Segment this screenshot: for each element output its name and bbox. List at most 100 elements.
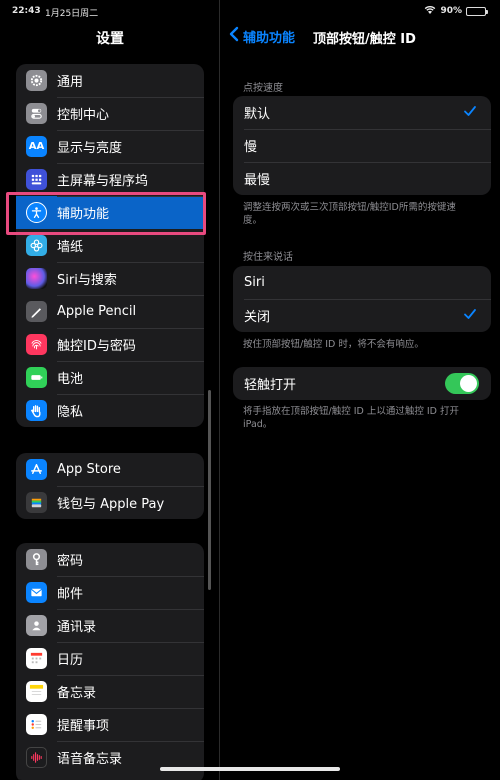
ipad-screen: 22:43 1月25日周二 90% 设置 通用 控制中心 AA 显示与亮度 主屏… — [0, 0, 500, 780]
option-label: 默认 — [244, 107, 271, 122]
home-indicator[interactable] — [160, 767, 340, 771]
sidebar-item-label: 密码 — [57, 554, 84, 569]
sidebar-item-display[interactable]: AA 显示与亮度 — [16, 130, 204, 163]
click-speed-option-slowest[interactable]: 最慢 — [233, 162, 491, 195]
rest-finger-footer: 将手指放在顶部按钮/触控 ID 上以通过触控 ID 打开 iPad。 — [243, 406, 460, 430]
status-date: 1月25日周二 — [45, 9, 99, 19]
sidebar-item-label: 语音备忘录 — [57, 752, 123, 767]
sidebar-item-label: 触控ID与密码 — [57, 339, 136, 354]
sidebar-item-general[interactable]: 通用 — [16, 64, 204, 97]
gear-icon — [26, 70, 47, 91]
sidebar-item-label: 电池 — [57, 372, 84, 387]
sidebar-item-home-screen[interactable]: 主屏幕与程序坞 — [16, 163, 204, 196]
option-label: 关闭 — [244, 310, 271, 325]
option-label: 最慢 — [244, 173, 271, 188]
sidebar-item-accessibility[interactable]: 辅助功能 — [16, 196, 204, 229]
press-to-speak-header: 按住来说话 — [243, 252, 293, 263]
sidebar-scrollbar[interactable] — [208, 390, 211, 590]
sidebar-item-notes[interactable]: 备忘录 — [16, 675, 204, 708]
pencil-icon — [26, 301, 47, 322]
sidebar-item-siri[interactable]: Siri与搜索 — [16, 262, 204, 295]
rest-finger-group: 轻触打开 — [233, 367, 491, 400]
sidebar-group-store: App Store 钱包与 Apple Pay — [16, 453, 204, 519]
home-grid-icon — [26, 169, 47, 190]
switches-icon — [26, 103, 47, 124]
wallpaper-flower-icon — [26, 235, 47, 256]
key-icon — [26, 549, 47, 570]
battery-icon — [26, 367, 47, 388]
click-speed-footer: 调整连按两次或三次顶部按钮/触控ID所需的按键速度。 — [243, 202, 456, 226]
press-to-speak-option-siri[interactable]: Siri — [233, 266, 491, 299]
sidebar-item-passwords[interactable]: 密码 — [16, 543, 204, 576]
sidebar-item-privacy[interactable]: 隐私 — [16, 394, 204, 427]
page-title: 顶部按钮/触控 ID — [313, 32, 416, 47]
back-button-label: 辅助功能 — [243, 30, 296, 46]
press-to-speak-option-off[interactable]: 关闭 — [233, 299, 491, 332]
notes-icon — [26, 681, 47, 702]
sidebar-item-label: 墙纸 — [57, 240, 84, 255]
sidebar-group-system: 通用 控制中心 AA 显示与亮度 主屏幕与程序坞 辅助功能 墙纸 Siri与搜索… — [16, 64, 204, 427]
sidebar-item-contacts[interactable]: 通讯录 — [16, 609, 204, 642]
chevron-left-icon — [229, 26, 239, 46]
navigation-bar: 辅助功能 顶部按钮/触控 ID — [221, 26, 500, 48]
wifi-icon — [424, 5, 436, 17]
click-speed-option-default[interactable]: 默认 — [233, 96, 491, 129]
sidebar-item-app-store[interactable]: App Store — [16, 453, 204, 486]
mail-icon — [26, 582, 47, 603]
settings-sidebar: 设置 通用 控制中心 AA 显示与亮度 主屏幕与程序坞 辅助功能 墙纸 Siri… — [0, 0, 220, 780]
sidebar-item-battery[interactable]: 电池 — [16, 361, 204, 394]
status-bar: 22:43 1月25日周二 90% — [0, 0, 500, 22]
sidebar-item-label: 提醒事项 — [57, 719, 110, 734]
click-speed-header: 点按速度 — [243, 83, 283, 94]
app-store-icon — [26, 459, 47, 480]
reminders-icon — [26, 714, 47, 735]
voice-memo-icon — [26, 747, 47, 768]
status-time: 22:43 — [12, 6, 41, 16]
sidebar-item-label: 隐私 — [57, 405, 84, 420]
rest-finger-toggle[interactable] — [445, 373, 479, 394]
toggle-knob — [460, 375, 477, 392]
sidebar-item-label: 通讯录 — [57, 620, 97, 635]
text-size-icon: AA — [26, 136, 47, 157]
sidebar-title: 设置 — [96, 31, 124, 47]
status-right: 90% — [424, 5, 488, 17]
battery-indicator-icon — [466, 6, 488, 16]
press-to-speak-footer: 按住顶部按钮/触控 ID 时，将不会有响应。 — [243, 339, 424, 350]
rest-finger-row: 轻触打开 — [233, 367, 491, 400]
sidebar-item-wallet[interactable]: 钱包与 Apple Pay — [16, 486, 204, 519]
battery-percent: 90% — [440, 6, 462, 16]
fingerprint-icon — [26, 334, 47, 355]
sidebar-item-label: 钱包与 Apple Pay — [57, 497, 165, 512]
sidebar-item-label: 主屏幕与程序坞 — [57, 174, 149, 189]
sidebar-item-calendar[interactable]: 日历 — [16, 642, 204, 675]
sidebar-item-touch-id[interactable]: 触控ID与密码 — [16, 328, 204, 361]
click-speed-option-slow[interactable]: 慢 — [233, 129, 491, 162]
accessibility-icon — [26, 202, 47, 223]
sidebar-item-label: 备忘录 — [57, 686, 97, 701]
rest-finger-label: 轻触打开 — [244, 378, 297, 393]
press-to-speak-group: Siri 关闭 — [233, 266, 491, 332]
sidebar-item-label: 辅助功能 — [57, 207, 110, 222]
sidebar-item-apple-pencil[interactable]: Apple Pencil — [16, 295, 204, 328]
sidebar-item-label: App Store — [57, 462, 121, 477]
calendar-icon — [26, 648, 47, 669]
option-label: 慢 — [244, 140, 258, 155]
sidebar-item-label: 控制中心 — [57, 108, 110, 123]
sidebar-item-control-center[interactable]: 控制中心 — [16, 97, 204, 130]
sidebar-item-label: Siri与搜索 — [57, 273, 117, 288]
sidebar-item-label: 日历 — [57, 653, 84, 668]
back-button[interactable]: 辅助功能 — [229, 26, 295, 46]
checkmark-icon — [464, 106, 476, 116]
sidebar-item-wallpaper[interactable]: 墙纸 — [16, 229, 204, 262]
sidebar-item-mail[interactable]: 邮件 — [16, 576, 204, 609]
click-speed-group: 默认 慢 最慢 — [233, 96, 491, 195]
sidebar-item-label: Apple Pencil — [57, 304, 137, 319]
contacts-icon — [26, 615, 47, 636]
siri-icon — [26, 268, 47, 289]
sidebar-item-label: 显示与亮度 — [57, 141, 123, 156]
detail-pane: 辅助功能 顶部按钮/触控 ID 点按速度 默认 慢 最慢 调整连按两次或三次顶部… — [221, 0, 500, 780]
option-label: Siri — [244, 275, 265, 290]
hand-icon — [26, 400, 47, 421]
sidebar-item-reminders[interactable]: 提醒事项 — [16, 708, 204, 741]
sidebar-group-apps: 密码 邮件 通讯录 日历 备忘录 提醒事项 语音备忘录 — [16, 543, 204, 780]
